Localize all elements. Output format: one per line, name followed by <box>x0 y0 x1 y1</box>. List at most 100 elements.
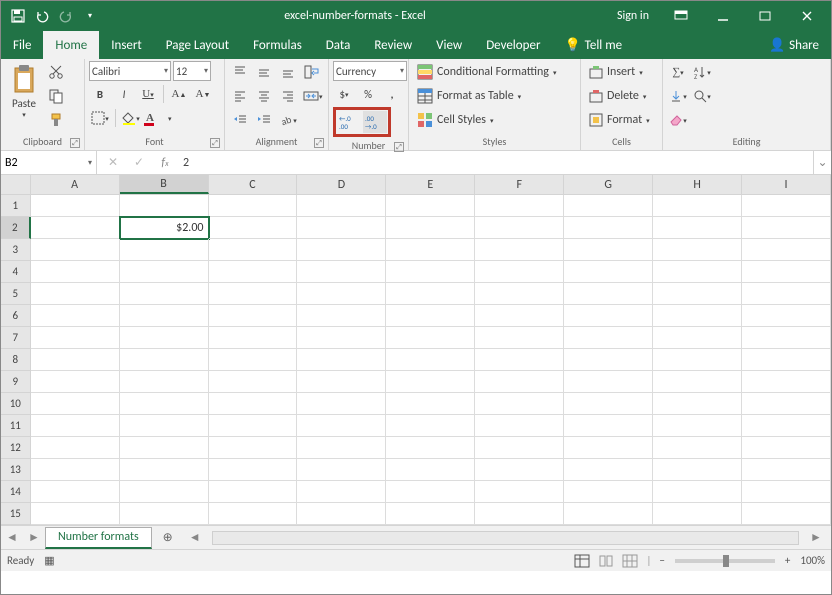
comma-format-icon[interactable]: , <box>381 83 403 105</box>
cell-H9[interactable] <box>653 371 742 393</box>
fx-icon[interactable]: fx <box>157 156 173 170</box>
format-painter-icon[interactable] <box>45 109 67 131</box>
decrease-decimal-icon[interactable]: .00→.0 <box>363 111 387 133</box>
cell-H8[interactable] <box>653 349 742 371</box>
cell-I3[interactable] <box>742 239 831 261</box>
horizontal-scrollbar[interactable] <box>212 531 799 545</box>
tab-file[interactable]: File <box>1 31 43 59</box>
align-center-icon[interactable] <box>253 85 275 107</box>
tab-home[interactable]: Home <box>43 31 99 59</box>
cell-H5[interactable] <box>653 283 742 305</box>
cell-G9[interactable] <box>564 371 653 393</box>
orientation-icon[interactable]: ab▾ <box>277 109 299 131</box>
cell-F13[interactable] <box>475 459 564 481</box>
decrease-indent-icon[interactable] <box>229 109 251 131</box>
maximize-button[interactable] <box>745 1 785 31</box>
page-break-view-icon[interactable] <box>618 552 642 570</box>
cell-H10[interactable] <box>653 393 742 415</box>
cell-H2[interactable] <box>653 217 742 239</box>
save-icon[interactable] <box>7 5 29 27</box>
cell-H1[interactable] <box>653 195 742 217</box>
sort-filter-icon[interactable]: AZ▾ <box>691 61 713 83</box>
number-format-dropdown[interactable]: Currency▾ <box>333 61 407 81</box>
cell-D14[interactable] <box>297 481 386 503</box>
cell-B11[interactable] <box>120 415 209 437</box>
cell-G6[interactable] <box>564 305 653 327</box>
cell-G7[interactable] <box>564 327 653 349</box>
cell-A6[interactable] <box>31 305 120 327</box>
cell-B3[interactable] <box>120 239 209 261</box>
cell-B5[interactable] <box>120 283 209 305</box>
row-header-14[interactable]: 14 <box>1 481 31 503</box>
cell-I6[interactable] <box>742 305 831 327</box>
cell-G8[interactable] <box>564 349 653 371</box>
row-header-11[interactable]: 11 <box>1 415 31 437</box>
cell-D3[interactable] <box>297 239 386 261</box>
clear-icon[interactable]: ▾ <box>667 109 689 131</box>
cell-H14[interactable] <box>653 481 742 503</box>
format-cells-button[interactable]: Format▾ <box>585 109 654 131</box>
minimize-button[interactable] <box>703 1 743 31</box>
cell-A1[interactable] <box>31 195 120 217</box>
qat-customize-icon[interactable]: ▾ <box>79 5 101 27</box>
cell-H12[interactable] <box>653 437 742 459</box>
row-header-1[interactable]: 1 <box>1 195 31 217</box>
new-sheet-icon[interactable]: ⊕ <box>156 526 180 550</box>
tab-page-layout[interactable]: Page Layout <box>154 31 241 59</box>
cell-I13[interactable] <box>742 459 831 481</box>
cell-B4[interactable] <box>120 261 209 283</box>
redo-icon[interactable] <box>55 5 77 27</box>
cell-I5[interactable] <box>742 283 831 305</box>
cell-E11[interactable] <box>386 415 475 437</box>
cell-F15[interactable] <box>475 503 564 525</box>
expand-formula-bar-icon[interactable]: ⌄ <box>813 151 831 174</box>
cell-I10[interactable] <box>742 393 831 415</box>
cell-F4[interactable] <box>475 261 564 283</box>
cell-H3[interactable] <box>653 239 742 261</box>
cell-I14[interactable] <box>742 481 831 503</box>
alignment-launcher[interactable]: ⤢ <box>314 138 324 148</box>
zoom-slider[interactable] <box>675 559 775 563</box>
cell-F10[interactable] <box>475 393 564 415</box>
cell-A8[interactable] <box>31 349 120 371</box>
undo-icon[interactable] <box>31 5 53 27</box>
cell-D1[interactable] <box>297 195 386 217</box>
cell-G13[interactable] <box>564 459 653 481</box>
cell-G5[interactable] <box>564 283 653 305</box>
italic-button[interactable]: I <box>113 83 135 105</box>
cell-F9[interactable] <box>475 371 564 393</box>
page-layout-view-icon[interactable] <box>594 552 618 570</box>
increase-decimal-icon[interactable]: ←.0.00 <box>337 111 361 133</box>
cell-F3[interactable] <box>475 239 564 261</box>
cell-D7[interactable] <box>297 327 386 349</box>
cell-E2[interactable] <box>386 217 475 239</box>
tab-formulas[interactable]: Formulas <box>241 31 314 59</box>
cell-G2[interactable] <box>564 217 653 239</box>
cell-I11[interactable] <box>742 415 831 437</box>
number-launcher[interactable]: ⤢ <box>394 142 404 152</box>
enter-formula-icon[interactable]: ✓ <box>131 155 147 170</box>
tab-data[interactable]: Data <box>314 31 363 59</box>
cell-D6[interactable] <box>297 305 386 327</box>
signin-button[interactable]: Sign in <box>607 1 659 31</box>
cell-D9[interactable] <box>297 371 386 393</box>
cell-D2[interactable] <box>297 217 386 239</box>
cell-E3[interactable] <box>386 239 475 261</box>
align-middle-icon[interactable] <box>253 61 275 83</box>
cell-C9[interactable] <box>209 371 298 393</box>
cell-E5[interactable] <box>386 283 475 305</box>
cell-G3[interactable] <box>564 239 653 261</box>
hscroll-right-icon[interactable]: ► <box>805 530 827 545</box>
cell-F11[interactable] <box>475 415 564 437</box>
normal-view-icon[interactable] <box>570 552 594 570</box>
cell-I4[interactable] <box>742 261 831 283</box>
font-size-dropdown[interactable]: 12▾ <box>173 61 211 81</box>
cell-G4[interactable] <box>564 261 653 283</box>
insert-cells-button[interactable]: Insert▾ <box>585 61 647 83</box>
row-header-15[interactable]: 15 <box>1 503 31 525</box>
clipboard-launcher[interactable]: ⤢ <box>70 138 80 148</box>
share-button[interactable]: 👤Share <box>757 31 831 59</box>
percent-format-icon[interactable]: % <box>357 83 379 105</box>
tab-developer[interactable]: Developer <box>474 31 552 59</box>
cell-C8[interactable] <box>209 349 298 371</box>
